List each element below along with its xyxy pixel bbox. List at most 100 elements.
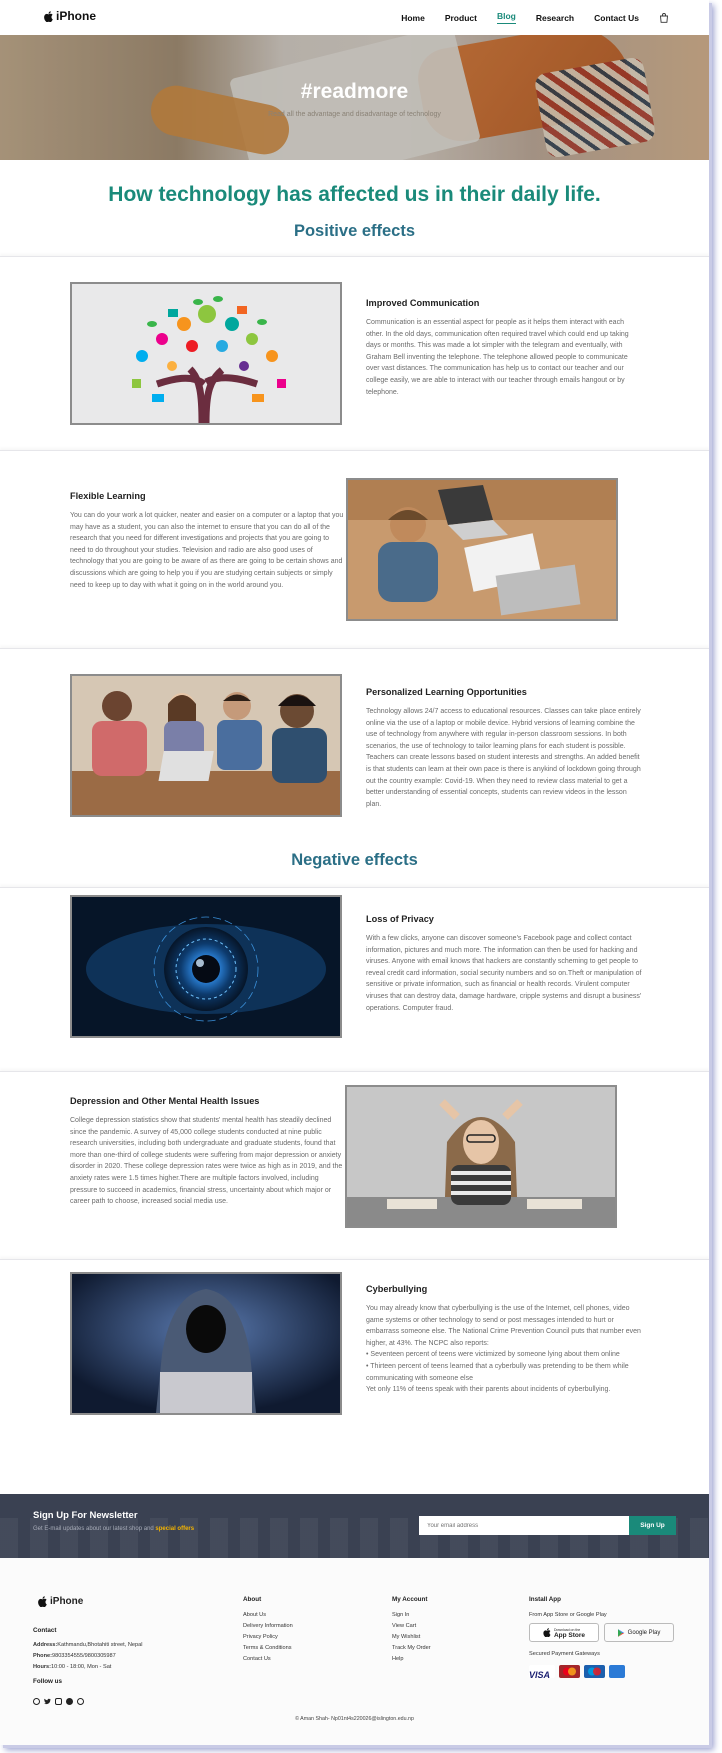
article-section: Cyberbullying You may already know that …	[0, 1259, 709, 1450]
group-study-photo	[72, 676, 340, 815]
nav-research[interactable]: Research	[536, 13, 574, 23]
newsletter-banner: Sign Up For Newsletter Get E-mail update…	[0, 1494, 709, 1558]
about-heading: About	[243, 1596, 262, 1603]
article-text: Cyberbullying You may already know that …	[366, 1284, 646, 1396]
brand-logo[interactable]: iPhone	[44, 9, 96, 23]
special-offers-link[interactable]: special offers	[155, 1526, 194, 1532]
hours-value: 10:00 - 18:00, Mon - Sat	[51, 1664, 112, 1670]
article-body: College depression statistics show that …	[70, 1117, 343, 1206]
hero-subtitle: Read all the advantage and disadvantage …	[268, 111, 441, 118]
article-body: You may already know that cyberbullying …	[366, 1305, 641, 1394]
article-section: Loss of Privacy With a few clicks, anyon…	[0, 887, 709, 1070]
footer-link-help[interactable]: Help	[392, 1656, 431, 1662]
apple-icon	[543, 1628, 551, 1637]
phone-line: Phone:9803354555/9800305987	[33, 1653, 142, 1659]
signup-button[interactable]: Sign Up	[629, 1516, 676, 1535]
article-title: Improved Communication	[366, 298, 480, 308]
article-image	[346, 478, 618, 621]
address-label: Address:	[33, 1642, 58, 1648]
article-image	[70, 674, 342, 817]
article-title: Loss of Privacy	[366, 914, 434, 924]
phone-label: Phone:	[33, 1653, 52, 1659]
newsletter-subtitle-text: Get E-mail updates about our latest shop…	[33, 1526, 156, 1532]
article-image	[345, 1085, 617, 1228]
article-image	[70, 282, 342, 425]
nav-product[interactable]: Product	[445, 13, 477, 23]
footer-brand[interactable]: iPhone	[38, 1596, 83, 1607]
social-icons	[33, 1698, 84, 1705]
article-text: Flexible Learning You can do your work a…	[70, 491, 345, 591]
hooded-hacker-photo	[72, 1274, 340, 1413]
account-heading: My Account	[392, 1596, 428, 1603]
google-play-label: Google Play	[627, 1629, 661, 1636]
visa-label: VISA	[529, 1670, 551, 1680]
hours-line: Hours:10:00 - 18:00, Mon - Sat	[33, 1664, 142, 1670]
hours-label: Hours:	[33, 1664, 52, 1670]
google-play-icon	[617, 1628, 624, 1637]
google-play-button[interactable]: Google Play	[604, 1623, 674, 1642]
whatsapp-icon[interactable]	[77, 1698, 84, 1705]
footer-link-about-us[interactable]: About Us	[243, 1612, 293, 1618]
positive-heading: Positive effects	[293, 222, 416, 240]
stressed-student-photo	[347, 1087, 615, 1226]
footer: iPhone Contact Address:Kathmandu,Bhotahi…	[0, 1558, 709, 1745]
twitter-icon[interactable]	[44, 1698, 51, 1705]
article-title: Cyberbullying	[366, 1284, 428, 1294]
article-body: You can do your work a lot quicker, neat…	[70, 512, 344, 589]
article-text: Depression and Other Mental Health Issue…	[70, 1096, 345, 1208]
footer-link-sign-in[interactable]: Sign In	[392, 1612, 431, 1618]
digital-eye-photo	[72, 897, 340, 1036]
footer-link-terms[interactable]: Terms & Conditions	[243, 1645, 293, 1651]
follow-heading: Follow us	[33, 1678, 63, 1685]
page: iPhone Home Product Blog Research Contac…	[0, 0, 709, 1745]
article-body: Technology allows 24/7 access to educati…	[366, 708, 641, 808]
communication-tree-illustration	[132, 296, 286, 423]
install-heading: Install App	[529, 1596, 561, 1603]
footer-link-contact[interactable]: Contact Us	[243, 1656, 293, 1662]
payment-heading: Secured Payment Gateways	[529, 1651, 600, 1657]
newsletter-title: Sign Up For Newsletter	[33, 1510, 138, 1521]
article-image	[70, 1272, 342, 1415]
article-text: Improved Communication Communication is …	[366, 298, 641, 398]
visa-icon: VISA	[529, 1665, 555, 1680]
article-image	[70, 895, 342, 1038]
mastercard-icon	[559, 1665, 580, 1678]
article-section: Personalized Learning Opportunities Tech…	[0, 648, 709, 841]
account-column: My Account Sign In View Cart My Wishlist…	[392, 1596, 431, 1667]
apple-icon	[44, 10, 53, 22]
top-nav: iPhone Home Product Blog Research Contac…	[0, 0, 709, 35]
pinterest-icon[interactable]	[66, 1698, 73, 1705]
app-store-button[interactable]: Download on the App Store	[529, 1623, 599, 1642]
copyright: © Aman Shah- Np01nt4s220026@islington.ed…	[295, 1716, 414, 1722]
footer-link-wishlist[interactable]: My Wishlist	[392, 1634, 431, 1640]
footer-link-track-order[interactable]: Track My Order	[392, 1645, 431, 1651]
hero-banner: #readmore Read all the advantage and dis…	[0, 35, 709, 160]
amex-icon	[609, 1665, 625, 1678]
article-body: Communication is an essential aspect for…	[366, 319, 629, 396]
nav-blog[interactable]: Blog	[496, 11, 516, 24]
facebook-icon[interactable]	[33, 1698, 40, 1705]
email-input[interactable]	[419, 1516, 629, 1535]
newsletter-subtitle: Get E-mail updates about our latest shop…	[33, 1526, 194, 1532]
instagram-icon[interactable]	[55, 1698, 62, 1705]
install-subtitle: From App Store or Google Play	[529, 1612, 607, 1618]
footer-link-delivery[interactable]: Delivery Information	[243, 1623, 293, 1629]
article-section: Improved Communication Communication is …	[0, 256, 709, 449]
phone-value: 9803354555/9800305987	[51, 1653, 116, 1659]
nav-contact[interactable]: Contact Us	[594, 13, 639, 23]
negative-heading: Negative effects	[291, 851, 418, 869]
article-section: Depression and Other Mental Health Issue…	[0, 1071, 709, 1258]
hero-title: #readmore	[300, 80, 409, 103]
address-value: Kathmandu,Bhotahiti street, Nepal	[57, 1642, 143, 1648]
student-laptop-photo	[348, 480, 616, 619]
page-title: How technology has affected us in their …	[108, 183, 601, 206]
footer-link-view-cart[interactable]: View Cart	[392, 1623, 431, 1629]
footer-link-privacy[interactable]: Privacy Policy	[243, 1634, 293, 1640]
contact-heading: Contact	[33, 1627, 57, 1634]
article-body: With a few clicks, anyone can discover s…	[366, 935, 642, 1012]
app-store-text: Download on the App Store	[554, 1627, 585, 1639]
app-store-label: App Store	[553, 1631, 586, 1639]
shopping-bag-icon[interactable]	[659, 12, 669, 23]
nav-home[interactable]: Home	[401, 13, 425, 23]
article-title: Depression and Other Mental Health Issue…	[70, 1096, 260, 1106]
